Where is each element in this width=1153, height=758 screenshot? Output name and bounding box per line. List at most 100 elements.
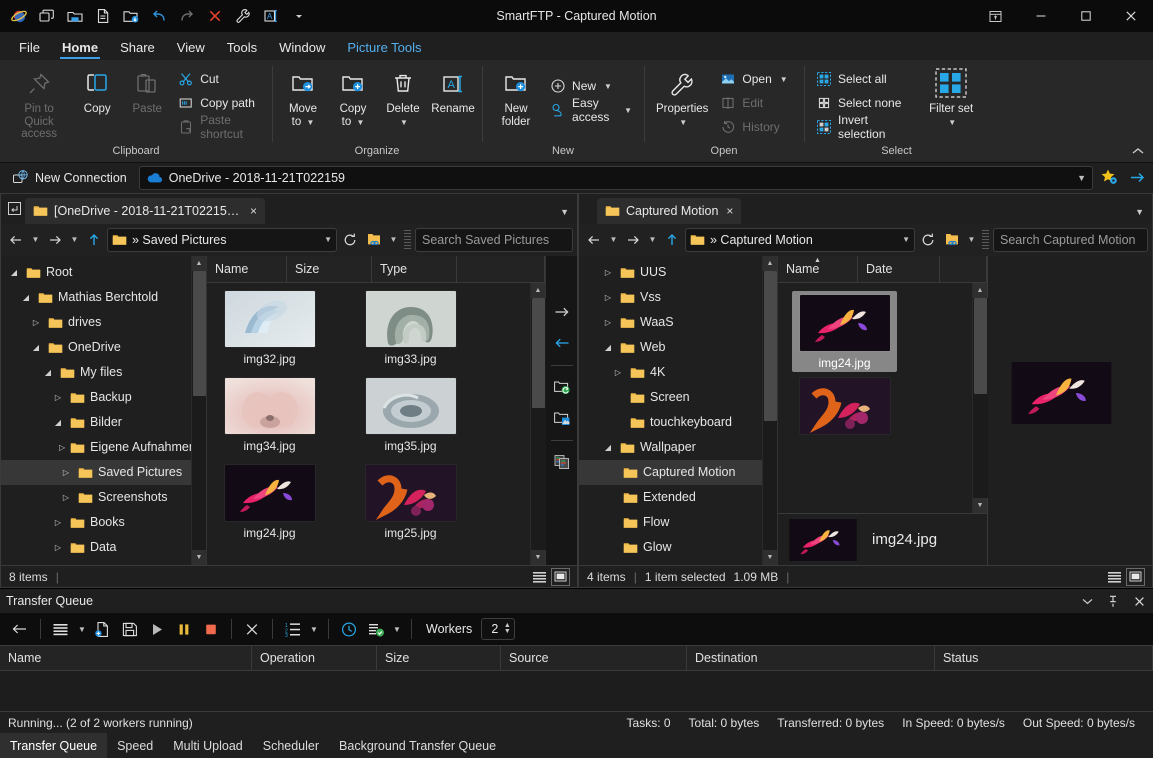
list-item[interactable]: img35.jpg bbox=[358, 378, 463, 453]
copy-path-button[interactable]: Copy path bbox=[172, 91, 266, 115]
open-folder-icon[interactable] bbox=[62, 3, 88, 29]
chevron-down-icon[interactable]: ▼ bbox=[76, 617, 88, 641]
filter-set-button[interactable]: Filter set ▼ bbox=[919, 64, 983, 132]
menu-item-home[interactable]: Home bbox=[51, 37, 109, 60]
queue-column-name[interactable]: Name bbox=[0, 646, 252, 670]
details-view-icon[interactable] bbox=[531, 569, 548, 585]
menu-item-picture-tools[interactable]: Picture Tools bbox=[336, 37, 432, 60]
queue-rows[interactable] bbox=[0, 671, 1153, 711]
select-none-button[interactable]: Select none bbox=[810, 91, 913, 115]
edit-button[interactable]: Edit bbox=[714, 91, 793, 115]
back-history-chevron-icon[interactable]: ▼ bbox=[607, 228, 620, 252]
new-item-button[interactable]: New ▼ bbox=[544, 74, 638, 98]
tree-item-books[interactable]: ▷ Books bbox=[1, 510, 191, 535]
thumbnails-view-icon[interactable] bbox=[1127, 569, 1144, 585]
new-queue-icon[interactable] bbox=[91, 617, 115, 641]
tab-scheduler[interactable]: Scheduler bbox=[253, 733, 329, 758]
collapsed-triangle-icon[interactable]: ▷ bbox=[59, 493, 73, 502]
tree-item-saved-pictures[interactable]: ▷ Saved Pictures bbox=[1, 460, 191, 485]
easy-access-button[interactable]: Easy access ▼ bbox=[544, 98, 638, 122]
tree-item-touchkeyboard[interactable]: touchkeyboard bbox=[579, 410, 762, 435]
back-arrow-icon[interactable] bbox=[5, 228, 27, 252]
tree-item-onedrive[interactable]: ◢ OneDrive bbox=[1, 335, 191, 360]
cut-button[interactable]: Cut bbox=[172, 67, 266, 91]
left-tree-scrollbar[interactable]: ▲ ▼ bbox=[191, 256, 206, 566]
chevron-down-icon[interactable]: ▼ bbox=[1135, 207, 1144, 217]
queue-column-operation[interactable]: Operation bbox=[252, 646, 377, 670]
tree-item-mathias-berchtold[interactable]: ◢ Mathias Berchtold bbox=[1, 285, 191, 310]
collapsed-triangle-icon[interactable]: ▷ bbox=[51, 393, 65, 402]
new-folder-button[interactable]: New folder bbox=[488, 64, 544, 131]
tree-item-drives[interactable]: ▷ drives bbox=[1, 310, 191, 335]
left-breadcrumb[interactable]: » Saved Pictures ▼ bbox=[107, 228, 337, 252]
queue-list-icon[interactable] bbox=[49, 617, 73, 641]
favorites-star-icon[interactable] bbox=[1097, 166, 1121, 190]
expanded-triangle-icon[interactable]: ◢ bbox=[601, 343, 615, 352]
close-icon[interactable] bbox=[1131, 593, 1147, 609]
forward-history-chevron-icon[interactable]: ▼ bbox=[646, 228, 659, 252]
scrollbar-track[interactable] bbox=[192, 271, 207, 551]
new-document-icon[interactable] bbox=[90, 3, 116, 29]
overflow-caret-icon[interactable] bbox=[286, 3, 312, 29]
thumbnails-view-icon[interactable] bbox=[552, 569, 569, 585]
app-logo-icon[interactable] bbox=[6, 3, 32, 29]
properties-button[interactable]: Properties▼ bbox=[650, 64, 714, 132]
collapsed-triangle-icon[interactable]: ▷ bbox=[601, 293, 615, 302]
copy-to-button[interactable]: Copy to ▼ bbox=[328, 64, 378, 132]
tree-item-flow[interactable]: Flow bbox=[579, 510, 762, 535]
clock-icon[interactable] bbox=[337, 617, 361, 641]
tree-item-vss[interactable]: ▷ Vss bbox=[579, 285, 762, 310]
column-type[interactable]: Type bbox=[372, 256, 457, 282]
pause-icon[interactable] bbox=[172, 617, 196, 641]
chevron-down-icon[interactable]: ▼ bbox=[308, 617, 320, 641]
right-tree-scrollbar[interactable]: ▲ ▼ bbox=[762, 256, 777, 566]
refresh-icon[interactable] bbox=[339, 228, 361, 252]
tree-item-captured-motion[interactable]: Captured Motion bbox=[579, 460, 762, 485]
stepper-arrows-icon[interactable]: ▲▼ bbox=[502, 623, 514, 635]
collapsed-triangle-icon[interactable]: ▷ bbox=[601, 268, 615, 277]
list-item[interactable]: img33.jpg bbox=[358, 291, 463, 366]
collapsed-triangle-icon[interactable]: ▷ bbox=[29, 318, 43, 327]
pin-to-quick-access-button[interactable]: Pin to Quick access bbox=[6, 64, 72, 144]
list-item[interactable]: img34.jpg bbox=[217, 378, 322, 453]
save-icon[interactable] bbox=[118, 617, 142, 641]
menu-item-file[interactable]: File bbox=[8, 37, 51, 60]
minimize-icon[interactable] bbox=[1018, 0, 1063, 32]
tree-item-screen[interactable]: Screen bbox=[579, 385, 762, 410]
collapsed-triangle-icon[interactable]: ▷ bbox=[59, 468, 73, 477]
tab-background-transfer-queue[interactable]: Background Transfer Queue bbox=[329, 733, 506, 758]
transfer-left-icon[interactable] bbox=[548, 329, 576, 357]
column-size[interactable]: Size bbox=[287, 256, 372, 282]
paste-button[interactable]: Paste bbox=[122, 64, 172, 119]
tab-list-icon[interactable] bbox=[3, 196, 25, 222]
rename-icon[interactable]: A bbox=[258, 3, 284, 29]
close-icon[interactable]: × bbox=[250, 204, 257, 218]
expanded-triangle-icon[interactable]: ◢ bbox=[7, 268, 21, 277]
menu-item-tools[interactable]: Tools bbox=[216, 37, 268, 60]
collapsed-triangle-icon[interactable]: ▷ bbox=[611, 368, 625, 377]
left-tab[interactable]: [OneDrive - 2018-11-21T022159]... × bbox=[25, 198, 265, 224]
right-breadcrumb[interactable]: » Captured Motion ▼ bbox=[685, 228, 915, 252]
up-arrow-icon[interactable] bbox=[661, 228, 683, 252]
left-search-box[interactable] bbox=[415, 228, 573, 252]
link-folder-chevron-icon[interactable]: ▼ bbox=[387, 228, 400, 252]
completed-icon[interactable] bbox=[364, 617, 388, 641]
move-to-button[interactable]: Move to ▼ bbox=[278, 64, 328, 132]
link-folder-icon[interactable] bbox=[363, 228, 385, 252]
scroll-up-icon[interactable]: ▲ bbox=[763, 256, 778, 271]
chevron-down-icon[interactable]: ▼ bbox=[324, 235, 332, 244]
open-button[interactable]: Open ▼ bbox=[714, 67, 793, 91]
chevron-down-icon[interactable] bbox=[1079, 593, 1095, 609]
list-item[interactable] bbox=[792, 378, 897, 439]
scroll-up-icon[interactable]: ▲ bbox=[973, 283, 988, 298]
connection-address-field[interactable]: OneDrive - 2018-11-21T022159 ▼ bbox=[139, 166, 1093, 190]
left-list-scrollbar[interactable]: ▲ ▼ bbox=[530, 283, 545, 566]
scroll-up-icon[interactable]: ▲ bbox=[192, 256, 207, 271]
link-folder-chevron-icon[interactable]: ▼ bbox=[965, 228, 978, 252]
tree-item-eigene-aufnahmen[interactable]: ▷ Eigene Aufnahmen bbox=[1, 435, 191, 460]
close-icon[interactable]: × bbox=[726, 204, 733, 218]
tab-multi-upload[interactable]: Multi Upload bbox=[163, 733, 252, 758]
tree-item-extended[interactable]: Extended bbox=[579, 485, 762, 510]
tree-item-waas[interactable]: ▷ WaaS bbox=[579, 310, 762, 335]
tree-item-uus[interactable]: ▷ UUS bbox=[579, 260, 762, 285]
